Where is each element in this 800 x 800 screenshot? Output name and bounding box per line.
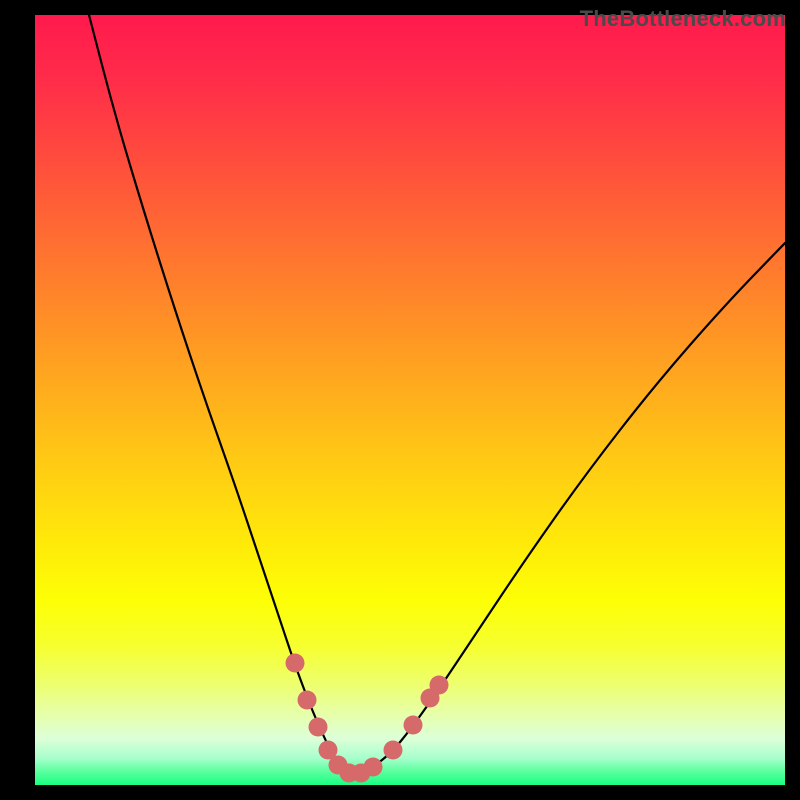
marker-dot — [286, 654, 305, 673]
watermark-text: TheBottleneck.com — [580, 6, 786, 32]
chart-svg — [35, 15, 785, 785]
chart-plot-area — [35, 15, 785, 785]
marker-dot — [309, 718, 328, 737]
marker-dot — [298, 691, 317, 710]
bottleneck-curve — [89, 15, 785, 773]
highlighted-points — [286, 654, 449, 783]
marker-dot — [384, 741, 403, 760]
chart-frame: TheBottleneck.com — [0, 0, 800, 800]
marker-dot — [430, 676, 449, 695]
marker-dot — [364, 758, 383, 777]
marker-dot — [404, 716, 423, 735]
